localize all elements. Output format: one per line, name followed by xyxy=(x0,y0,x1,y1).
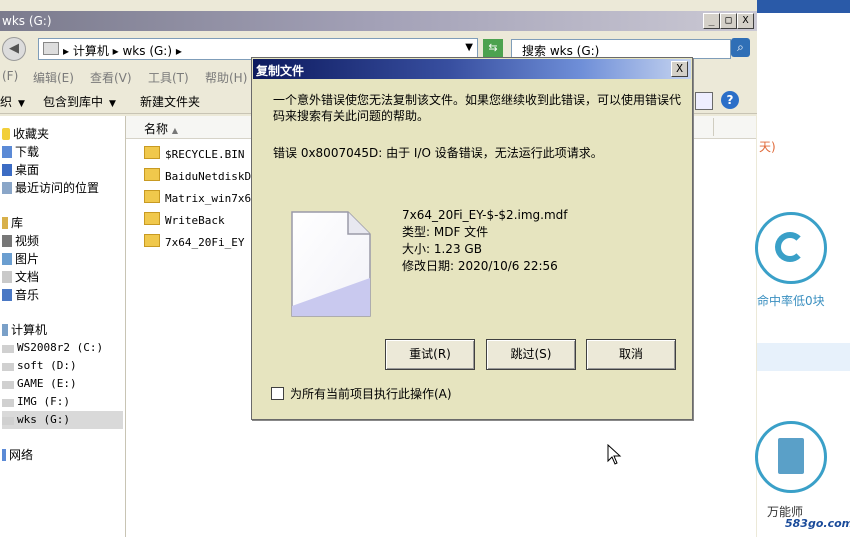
file-size: 大小: 1.23 GB xyxy=(402,242,482,256)
checkbox-box[interactable] xyxy=(271,387,284,400)
file-modified: 修改日期: 2020/10/6 22:56 xyxy=(402,259,558,273)
menu-tools[interactable]: 工具(T) xyxy=(148,69,189,86)
nav-libraries[interactable]: 库 xyxy=(2,214,23,232)
nav-drive-e[interactable]: GAME (E:) xyxy=(2,375,77,393)
watermark: 583go.com xyxy=(785,517,850,530)
folder-icon xyxy=(144,212,160,225)
drive-icon xyxy=(2,363,14,371)
menu-edit[interactable]: 编辑(E) xyxy=(33,69,74,86)
organize-button[interactable]: 织 ▼ xyxy=(0,93,25,110)
nav-downloads[interactable]: 下载 xyxy=(2,143,39,161)
dialog-error-code: 错误 0x8007045D: 由于 I/O 设备错误，无法运行此项请求。 xyxy=(273,146,603,160)
nav-computer[interactable]: 计算机 xyxy=(2,321,47,339)
help-icon[interactable]: ? xyxy=(721,91,739,109)
include-in-library-button[interactable]: 包含到库中 ▼ xyxy=(43,93,116,110)
drive-icon xyxy=(2,417,14,425)
chevron-down-icon[interactable]: ▼ xyxy=(465,42,473,53)
folder-icon xyxy=(144,146,160,159)
app-header-strip xyxy=(757,0,850,13)
column-divider[interactable] xyxy=(713,118,714,136)
cache-hit-gauge-icon[interactable] xyxy=(755,212,827,284)
file-name: 7x64_20Fi_EY-$-$2.img.mdf xyxy=(402,208,568,222)
toolbox-icon[interactable] xyxy=(755,421,827,493)
list-item[interactable]: Matrix_win7x64 xyxy=(144,190,258,208)
maximize-button[interactable]: □ xyxy=(720,13,737,29)
folder-icon xyxy=(144,168,160,181)
video-icon xyxy=(2,235,12,247)
dialog-title: 复制文件 xyxy=(256,64,305,78)
search-icon[interactable]: ⌕ xyxy=(731,38,750,57)
explorer-titlebar[interactable]: wks (G:) _ □ X xyxy=(0,11,757,31)
menu-file[interactable]: (F) xyxy=(2,69,18,83)
cache-hit-label: 命中率低0块 xyxy=(757,294,825,308)
computer-icon xyxy=(2,324,8,336)
dialog-close-button[interactable]: X xyxy=(671,61,688,77)
nav-drive-g[interactable]: wks (G:) xyxy=(2,411,123,429)
nav-pictures[interactable]: 图片 xyxy=(2,250,39,268)
address-path: ▸ 计算机 ▸ wks (G:) ▸ xyxy=(63,44,182,58)
back-arrow-icon[interactable]: ◀ xyxy=(2,37,26,61)
list-item[interactable]: WriteBack xyxy=(144,212,225,230)
copy-error-dialog: 复制文件 X 一个意外错误使您无法复制该文件。如果您继续收到此错误，可以使用错误… xyxy=(251,57,693,420)
cancel-button[interactable]: 取消 xyxy=(586,339,676,370)
library-icon xyxy=(2,217,8,229)
navigation-pane: 收藏夹 下载 桌面 最近访问的位置 库 视频 图片 文档 音乐 计算机 WS20… xyxy=(0,116,126,537)
file-type: 类型: MDF 文件 xyxy=(402,225,489,239)
nav-documents[interactable]: 文档 xyxy=(2,268,39,286)
network-icon xyxy=(2,449,6,461)
nav-drive-d[interactable]: soft (D:) xyxy=(2,357,77,375)
documents-icon xyxy=(2,271,12,283)
app-section-band xyxy=(757,343,850,371)
background-app-window: 天) 命中率低0块 万能师 583go.com xyxy=(755,0,850,537)
list-item[interactable]: 7x64_20Fi_EY xyxy=(144,234,244,252)
folder-icon xyxy=(144,234,160,247)
list-item[interactable]: $RECYCLE.BIN xyxy=(144,146,244,164)
nav-music[interactable]: 音乐 xyxy=(2,286,39,304)
close-button[interactable]: X xyxy=(737,13,754,29)
retry-button[interactable]: 重试(R) xyxy=(385,339,475,370)
nav-recent[interactable]: 最近访问的位置 xyxy=(2,179,99,197)
list-item[interactable]: BaiduNetdiskDow xyxy=(144,168,264,186)
menu-view[interactable]: 查看(V) xyxy=(90,69,132,86)
download-icon xyxy=(2,146,12,158)
drive-icon xyxy=(2,399,14,407)
drive-icon xyxy=(43,42,59,55)
menu-help[interactable]: 帮助(H) xyxy=(205,69,247,86)
refresh-icon[interactable]: ⇆ xyxy=(483,39,503,57)
pictures-icon xyxy=(2,253,12,265)
warning-text: 天) xyxy=(759,140,776,154)
mouse-cursor-icon xyxy=(607,444,622,465)
dialog-titlebar[interactable]: 复制文件 X xyxy=(253,59,691,79)
skip-button[interactable]: 跳过(S) xyxy=(486,339,576,370)
file-details: 7x64_20Fi_EY-$-$2.img.mdf 类型: MDF 文件 大小:… xyxy=(402,207,568,275)
minimize-button[interactable]: _ xyxy=(703,13,720,29)
nav-desktop[interactable]: 桌面 xyxy=(2,161,39,179)
nav-network[interactable]: 网络 xyxy=(2,446,33,464)
new-folder-button[interactable]: 新建文件夹 xyxy=(140,93,200,110)
desktop-icon xyxy=(2,164,12,176)
dialog-message: 一个意外错误使您无法复制该文件。如果您继续收到此错误，可以使用错误代码来搜索有关… xyxy=(273,93,682,123)
music-icon xyxy=(2,289,12,301)
file-document-icon xyxy=(291,211,371,317)
preview-pane-icon[interactable] xyxy=(695,92,713,110)
nav-drive-f[interactable]: IMG (F:) xyxy=(2,393,70,411)
drive-icon xyxy=(2,345,14,353)
folder-icon xyxy=(144,190,160,203)
nav-favorites[interactable]: 收藏夹 xyxy=(2,125,49,143)
explorer-title: wks (G:) xyxy=(2,14,52,28)
drive-icon xyxy=(2,381,14,389)
apply-to-all-checkbox[interactable]: 为所有当前项目执行此操作(A) xyxy=(271,385,452,402)
sort-up-icon: ▲ xyxy=(171,126,178,135)
column-header-name[interactable]: 名称 ▲ xyxy=(144,120,178,137)
nav-drive-c[interactable]: WS2008r2 (C:) xyxy=(2,339,103,357)
star-icon xyxy=(2,128,10,140)
nav-videos[interactable]: 视频 xyxy=(2,232,39,250)
search-input[interactable]: 搜索 wks (G:) xyxy=(511,39,731,59)
recent-places-icon xyxy=(2,182,12,194)
